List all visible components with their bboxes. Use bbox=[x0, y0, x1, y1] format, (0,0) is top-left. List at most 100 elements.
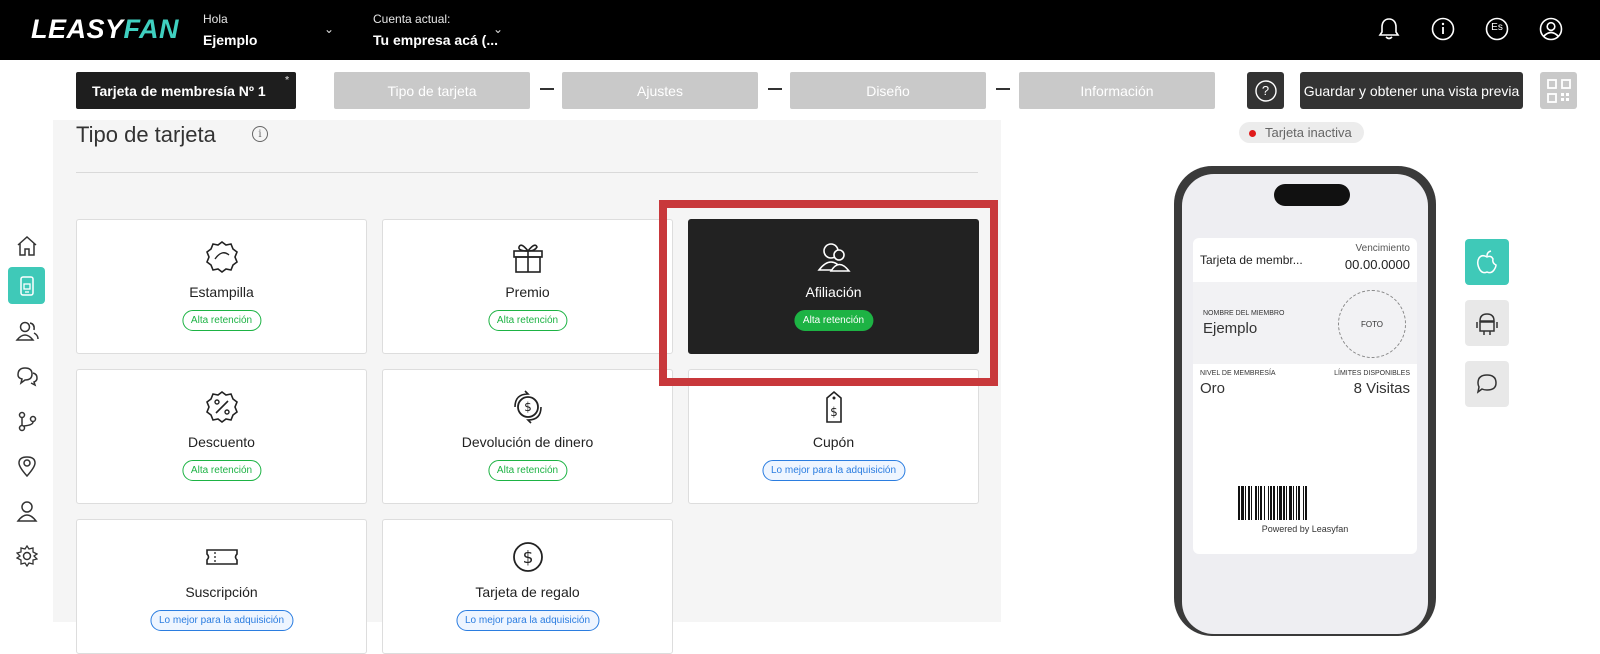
membership-pass: Tarjeta de membr... Vencimiento 00.00.00… bbox=[1193, 238, 1417, 554]
chat-icon bbox=[16, 366, 38, 386]
level-label: NIVEL DE MEMBRESÍA bbox=[1200, 370, 1276, 377]
profile-icon bbox=[15, 500, 38, 522]
tile-coupon[interactable]: $ Cupón Lo mejor para la adquisición bbox=[688, 369, 979, 504]
sidebar-item-users[interactable] bbox=[8, 312, 45, 349]
logo[interactable]: LEASYFAN bbox=[31, 14, 179, 45]
sidebar-item-profile[interactable] bbox=[8, 492, 45, 529]
tile-name: Suscripción bbox=[185, 584, 258, 600]
powered-by: Powered by Leasyfan bbox=[1261, 524, 1349, 534]
page-title: Tipo de tarjeta bbox=[76, 122, 216, 147]
step-card-type[interactable]: Tipo de tarjeta bbox=[334, 72, 530, 109]
sidebar-item-settings[interactable] bbox=[8, 537, 45, 574]
message-icon bbox=[1476, 374, 1497, 394]
status-dot bbox=[1249, 130, 1256, 137]
limits-label: LÍMITES DISPONIBLES bbox=[1334, 370, 1410, 377]
user-name: Ejemplo bbox=[203, 32, 258, 48]
retention-badge: Alta retención bbox=[487, 460, 568, 481]
retention-badge: Alta retención bbox=[181, 310, 262, 331]
unsaved-marker: * bbox=[285, 75, 289, 86]
platform-android-button[interactable] bbox=[1465, 300, 1509, 346]
sidebar-item-messages[interactable] bbox=[8, 357, 45, 394]
platform-apple-button[interactable] bbox=[1465, 239, 1509, 285]
help-button[interactable]: ? bbox=[1247, 72, 1284, 109]
status-badge: Tarjeta inactiva bbox=[1239, 122, 1364, 143]
retention-badge: Alta retención bbox=[487, 310, 568, 331]
user-greeting[interactable]: Hola Ejemplo bbox=[203, 12, 257, 48]
divider bbox=[76, 172, 978, 173]
language-icon[interactable]: Es bbox=[1484, 16, 1510, 42]
bell-icon[interactable] bbox=[1376, 16, 1402, 42]
svg-text:$: $ bbox=[524, 400, 532, 414]
tile-reward[interactable]: Premio Alta retención bbox=[382, 219, 673, 354]
users-icon bbox=[14, 321, 39, 341]
status-text: Tarjeta inactiva bbox=[1265, 125, 1352, 140]
expiry-label: Vencimiento bbox=[1355, 243, 1410, 254]
step-separator bbox=[768, 88, 782, 90]
card-name-label: Tarjeta de membresía Nº 1 bbox=[92, 82, 266, 99]
cashback-icon: $ bbox=[513, 390, 542, 424]
info-icon[interactable] bbox=[1430, 16, 1456, 42]
qr-code-icon bbox=[1546, 78, 1571, 103]
sidebar-item-home[interactable] bbox=[8, 227, 45, 264]
member-label: NOMBRE DEL MIEMBRO bbox=[1203, 310, 1285, 317]
sidebar bbox=[0, 120, 53, 622]
card-name-button[interactable]: Tarjeta de membresía Nº 1 * bbox=[76, 72, 296, 109]
barcode-stripe bbox=[1307, 486, 1308, 520]
chevron-down-icon[interactable]: ⌄ bbox=[493, 22, 503, 36]
expiry-value: 00.00.0000 bbox=[1344, 257, 1410, 272]
coupon-icon: $ bbox=[825, 390, 842, 423]
step-design[interactable]: Diseño bbox=[790, 72, 986, 109]
tile-name: Descuento bbox=[188, 434, 255, 450]
dollar-icon: $ bbox=[512, 542, 543, 572]
tile-cashback[interactable]: $ Devolución de dinero Alta retención bbox=[382, 369, 673, 504]
info-icon[interactable]: i bbox=[252, 126, 268, 142]
step-settings[interactable]: Ajustes bbox=[562, 72, 758, 109]
sidebar-item-locations[interactable] bbox=[8, 447, 45, 484]
level-value: Oro bbox=[1200, 380, 1226, 397]
step-separator bbox=[540, 88, 554, 90]
tile-name: Tarjeta de regalo bbox=[475, 584, 580, 600]
phone-screen: Tarjeta de membr... Vencimiento 00.00.00… bbox=[1182, 174, 1428, 634]
tile-discount[interactable]: Descuento Alta retención bbox=[76, 369, 367, 504]
acquisition-badge: Lo mejor para la adquisición bbox=[761, 460, 906, 481]
photo-placeholder: FOTO bbox=[1338, 290, 1406, 358]
chevron-down-icon[interactable]: ⌄ bbox=[324, 22, 334, 36]
retention-badge: Alta retención bbox=[181, 460, 262, 481]
wizard-bar: Tarjeta de membresía Nº 1 * Tipo de tarj… bbox=[0, 60, 1600, 120]
selection-highlight bbox=[659, 200, 998, 386]
phone-notch bbox=[1274, 184, 1350, 206]
account-name: Tu empresa acá (... bbox=[373, 32, 499, 48]
barcode bbox=[1238, 486, 1372, 520]
save-preview-button[interactable]: Guardar y obtener una vista previa bbox=[1300, 72, 1523, 109]
tile-stamp[interactable]: Estampilla Alta retención bbox=[76, 219, 367, 354]
tile-name: Premio bbox=[505, 284, 550, 300]
user-icon[interactable] bbox=[1538, 16, 1564, 42]
acquisition-badge: Lo mejor para la adquisición bbox=[149, 610, 294, 631]
sidebar-item-cards[interactable] bbox=[8, 267, 45, 304]
pass-title: Tarjeta de membr... bbox=[1200, 253, 1303, 267]
tile-name: Estampilla bbox=[189, 284, 254, 300]
tile-name: Cupón bbox=[812, 434, 855, 450]
qr-code-button[interactable] bbox=[1540, 72, 1577, 109]
top-bar: LEASYFAN Hola Ejemplo ⌄ Cuenta actual: T… bbox=[0, 0, 1600, 60]
phone-preview: Tarjeta de membr... Vencimiento 00.00.00… bbox=[1174, 166, 1436, 636]
account-selector[interactable]: Cuenta actual: Tu empresa acá (... bbox=[373, 12, 498, 48]
tile-gift-card[interactable]: $ Tarjeta de regalo Lo mejor para la adq… bbox=[382, 519, 673, 654]
svg-text:$: $ bbox=[830, 405, 838, 419]
platform-message-button[interactable] bbox=[1465, 361, 1509, 407]
flow-icon bbox=[18, 411, 36, 431]
step-information[interactable]: Información bbox=[1019, 72, 1215, 109]
help-glyph: ? bbox=[1261, 83, 1270, 98]
greeting-label: Hola bbox=[203, 12, 228, 26]
tile-subscription[interactable]: Suscripción Lo mejor para la adquisición bbox=[76, 519, 367, 654]
step-separator bbox=[996, 88, 1010, 90]
gift-icon bbox=[512, 244, 543, 273]
tile-name: Devolución de dinero bbox=[461, 434, 594, 450]
settings-icon bbox=[15, 544, 38, 567]
location-icon bbox=[17, 455, 36, 477]
ticket-icon bbox=[205, 549, 238, 565]
sidebar-item-flows[interactable] bbox=[8, 402, 45, 439]
apple-icon bbox=[1476, 250, 1497, 274]
limits-value: 8 Visitas bbox=[1353, 380, 1410, 397]
card-icon bbox=[19, 275, 34, 296]
